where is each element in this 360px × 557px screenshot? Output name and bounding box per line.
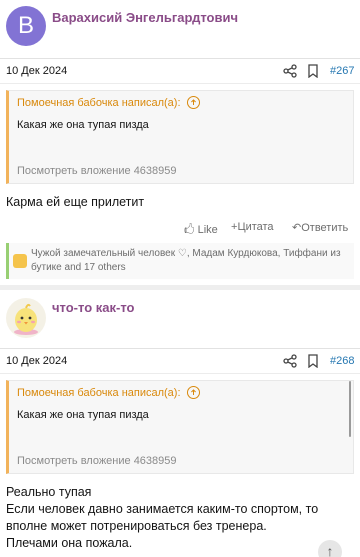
quote-header[interactable]: Помоечная бабочка написал(а): [17,97,181,109]
author-name[interactable]: что-то как-то [52,300,134,315]
post-meta: 10 Дек 2024 #268 [0,348,360,374]
post-header: В Варахисий Энгельгардтович [0,0,360,58]
bookmark-icon[interactable] [307,354,319,368]
attachment-link[interactable]: Посмотреть вложение 4638959 [17,165,177,177]
reply-button[interactable]: ↶Ответить [292,221,348,234]
quote-scrollbar[interactable] [349,381,351,437]
message-line: Если человек давно занимается каким-то с… [6,502,319,516]
reply-icon: ↶ [292,222,302,234]
message-line: Реально тупая [6,485,92,499]
avatar[interactable] [6,298,46,338]
quote-label: Цитата [237,221,274,233]
quote-header[interactable]: Помоечная бабочка написал(а): [17,387,181,399]
post-date[interactable]: 10 Дек 2024 [6,355,67,367]
chick-avatar-icon [14,303,38,335]
quote-button[interactable]: +Цитата [231,221,274,233]
reactions-list[interactable]: Чужой замечательный человек ♡, Мадам Кур… [31,247,350,275]
post-number[interactable]: #267 [330,65,354,77]
post-268: что-то как-то 10 Дек 2024 #268 Помоечная… [0,290,360,552]
like-label: Like [197,224,218,236]
reactions-bar[interactable]: Чужой замечательный человек ♡, Мадам Кур… [6,243,354,279]
arrow-up-circle-icon[interactable] [187,96,200,109]
author-name[interactable]: Варахисий Энгельгардтович [52,10,238,25]
post-meta: 10 Дек 2024 #267 [0,58,360,84]
scroll-up-icon[interactable]: ↑ [318,540,342,557]
share-icon[interactable] [283,354,297,368]
like-icon: 🖒 [184,224,198,236]
message-line: Плечами она пожала. [6,536,133,550]
attachment-link[interactable]: Посмотреть вложение 4638959 [17,455,177,467]
share-icon[interactable] [283,64,297,78]
quote-block: Помоечная бабочка написал(а): Какая же о… [6,380,354,474]
post-header: что-то как-то [0,290,360,348]
message-line: вполне может потренироваться без тренера… [6,519,267,533]
reply-label: Ответить [301,222,349,234]
thumbs-up-icon [13,254,27,268]
post-date[interactable]: 10 Дек 2024 [6,65,67,77]
quote-body: Какая же она тупая пизда [17,119,149,131]
post-message: Реально тупая Если человек давно занимае… [0,474,360,552]
post-267: В Варахисий Энгельгардтович 10 Дек 2024 … [0,0,360,279]
bookmark-icon[interactable] [307,64,319,78]
post-actions: 🖒 Like +Цитата ↶Ответить [0,221,360,237]
like-button[interactable]: 🖒 Like [184,221,218,240]
avatar[interactable]: В [6,6,46,46]
post-message: Карма ей еще прилетит [6,195,145,209]
quote-body: Какая же она тупая пизда [17,409,149,421]
arrow-up-circle-icon[interactable] [187,386,200,399]
post-number[interactable]: #268 [330,355,354,367]
quote-block: Помоечная бабочка написал(а): Какая же о… [6,90,354,184]
